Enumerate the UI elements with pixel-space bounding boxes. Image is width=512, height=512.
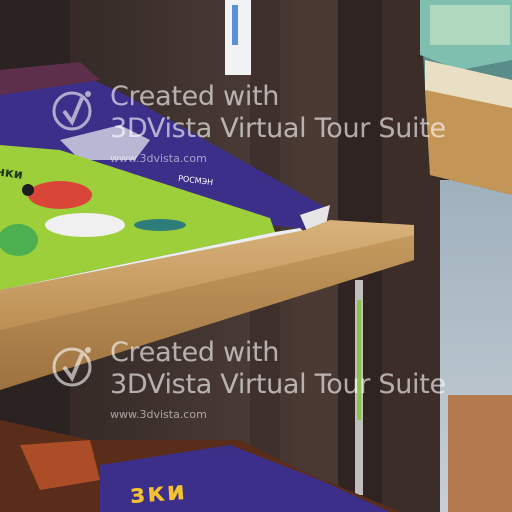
photo-scene: нки РОСМЭН зки Created with 3DVista Virt…	[0, 0, 512, 512]
bookshelf-photo	[0, 0, 512, 512]
lower-book-title-fragment: зки	[129, 476, 188, 510]
book-title-fragment: нки	[0, 164, 24, 183]
right-wood-block	[448, 395, 512, 512]
